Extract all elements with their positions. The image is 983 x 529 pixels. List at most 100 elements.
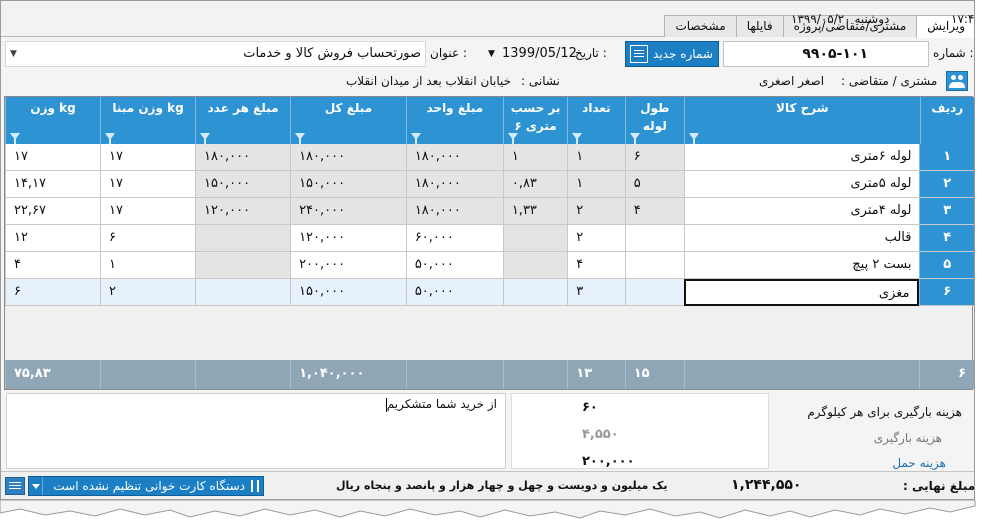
cell-description[interactable]: لوله ۴متری bbox=[684, 198, 920, 225]
cell-weight[interactable]: ۱۲ bbox=[4, 225, 100, 252]
notes-field[interactable]: از خرید شما متشکریم bbox=[6, 393, 506, 469]
column-header-description[interactable]: شرح کالا bbox=[684, 97, 920, 144]
column-header-base-weight[interactable]: وزن مبنا kg bbox=[100, 97, 196, 144]
title-field[interactable]: ▼ صورتحساب فروش کالا و خدمات bbox=[5, 41, 426, 67]
cell-weight[interactable]: ۱۷ bbox=[4, 144, 100, 171]
column-header-price-each[interactable]: مبلغ هر عدد bbox=[195, 97, 291, 144]
tab-files[interactable]: فایلها bbox=[735, 15, 784, 37]
cell-quantity[interactable]: ۲ bbox=[567, 225, 625, 252]
cell-weight[interactable]: ۴ bbox=[4, 252, 100, 279]
cell-price-each[interactable]: ۱۸۰,۰۰۰ bbox=[195, 144, 291, 171]
cell-base-weight[interactable]: ۱۷ bbox=[100, 198, 196, 225]
cell-pipe-length[interactable]: ۴ bbox=[624, 198, 685, 225]
cell-per-6m[interactable] bbox=[502, 252, 568, 279]
cell-total-price[interactable]: ۱۵۰,۰۰۰ bbox=[290, 279, 406, 306]
transport-value[interactable]: ۲۰۰,۰۰۰ bbox=[582, 454, 635, 469]
cell-total-price[interactable]: ۲۰۰,۰۰۰ bbox=[290, 252, 406, 279]
filter-icon[interactable] bbox=[10, 133, 21, 144]
cell-base-weight[interactable]: ۱ bbox=[100, 252, 196, 279]
chevron-down-icon: ▼ bbox=[10, 49, 17, 59]
new-number-button[interactable]: شماره جدید bbox=[625, 41, 719, 67]
cell-description[interactable]: مغزی bbox=[684, 279, 920, 306]
cell-unit-price[interactable]: ۱۸۰,۰۰۰ bbox=[405, 198, 503, 225]
cell-weight[interactable]: ۶ bbox=[5, 279, 101, 306]
cell-pipe-length[interactable] bbox=[624, 252, 685, 279]
column-header-weight[interactable]: وزن kg bbox=[5, 97, 101, 144]
cell-description[interactable]: لوله ۶متری bbox=[684, 144, 920, 171]
transport-link[interactable]: هزینه حمل bbox=[892, 456, 946, 470]
cell-per-6m[interactable]: ۱,۳۳ bbox=[502, 198, 568, 225]
filter-icon[interactable] bbox=[105, 133, 116, 144]
cell-unit-price[interactable]: ۶۰,۰۰۰ bbox=[405, 225, 503, 252]
cell-quantity[interactable]: ۱ bbox=[567, 171, 625, 198]
date-field-label: تاریخ : bbox=[575, 46, 607, 60]
cell-quantity[interactable]: ۲ bbox=[567, 198, 625, 225]
cell-price-each[interactable] bbox=[195, 279, 291, 306]
customer-value[interactable]: اصغر اصغری bbox=[759, 74, 824, 88]
column-header-per-6m[interactable]: بر حسب ۶ متری bbox=[502, 97, 568, 144]
cell-base-weight[interactable]: ۲ bbox=[100, 279, 196, 306]
column-header-quantity[interactable]: تعداد bbox=[567, 97, 625, 144]
cell-quantity[interactable]: ۴ bbox=[567, 252, 625, 279]
table-row[interactable]: ۲ لوله ۵متری ۵ ۱ ۰,۸۳ ۱۸۰,۰۰۰ ۱۵۰,۰۰۰ ۱۵۰,۰۰۰ ۱۷… bbox=[4, 171, 974, 198]
card-reader-selector[interactable]: دستگاه کارت خوانی تنظیم نشده است bbox=[28, 476, 264, 496]
column-header-pipe-length[interactable]: طول لوله bbox=[624, 97, 685, 144]
cell-row-index: ۳ bbox=[919, 198, 974, 225]
notes-text: از خرید شما متشکریم bbox=[386, 397, 497, 411]
filter-icon[interactable] bbox=[507, 133, 518, 144]
filter-icon[interactable] bbox=[689, 133, 700, 144]
table-row[interactable]: ۳ لوله ۴متری ۴ ۲ ۱,۳۳ ۱۸۰,۰۰۰ ۲۴۰,۰۰۰ ۱۲۰,۰۰۰ ۱۷… bbox=[4, 198, 974, 225]
filter-icon[interactable] bbox=[572, 133, 583, 144]
table-row[interactable]: ۱ لوله ۶متری ۶ ۱ ۱ ۱۸۰,۰۰۰ ۱۸۰,۰۰۰ ۱۸۰,۰۰۰ ۱۷ ۱۷ bbox=[4, 144, 974, 171]
cell-weight[interactable]: ۱۴,۱۷ bbox=[4, 171, 100, 198]
cell-unit-price[interactable]: ۱۸۰,۰۰۰ bbox=[405, 144, 503, 171]
cell-weight[interactable]: ۲۲,۶۷ bbox=[4, 198, 100, 225]
cell-unit-price[interactable]: ۵۰,۰۰۰ bbox=[405, 252, 503, 279]
cell-pipe-length[interactable]: ۶ bbox=[624, 144, 685, 171]
cell-unit-price[interactable]: ۵۰,۰۰۰ bbox=[405, 279, 503, 306]
customer-icon[interactable] bbox=[946, 71, 968, 91]
filter-icon[interactable] bbox=[410, 133, 421, 144]
tab-details[interactable]: مشخصات bbox=[664, 15, 737, 37]
cell-total-price[interactable]: ۱۲۰,۰۰۰ bbox=[290, 225, 406, 252]
cell-base-weight[interactable]: ۶ bbox=[100, 225, 196, 252]
column-header-total-price[interactable]: مبلغ کل bbox=[290, 97, 406, 144]
table-row[interactable]: ۴ قالب ۲ ۶۰,۰۰۰ ۱۲۰,۰۰۰ ۶ ۱۲ bbox=[4, 225, 974, 252]
filter-icon[interactable] bbox=[629, 133, 640, 144]
filter-icon[interactable] bbox=[295, 133, 306, 144]
cell-base-weight[interactable]: ۱۷ bbox=[100, 144, 196, 171]
cell-pipe-length[interactable] bbox=[624, 279, 685, 306]
column-header-label: شرح کالا bbox=[776, 101, 829, 115]
cell-total-price[interactable]: ۲۴۰,۰۰۰ bbox=[290, 198, 406, 225]
cell-per-6m[interactable] bbox=[502, 225, 568, 252]
table-row[interactable]: ۵ بست ۲ پیچ ۴ ۵۰,۰۰۰ ۲۰۰,۰۰۰ ۱ ۴ bbox=[4, 252, 974, 279]
cell-per-6m[interactable]: ۰,۸۳ bbox=[502, 171, 568, 198]
cell-per-6m[interactable] bbox=[502, 279, 568, 306]
date-field[interactable]: ▼ 1399/05/12 bbox=[485, 41, 577, 67]
cell-total-price[interactable]: ۱۵۰,۰۰۰ bbox=[290, 171, 406, 198]
filter-icon[interactable] bbox=[200, 133, 211, 144]
cell-total-price[interactable]: ۱۸۰,۰۰۰ bbox=[290, 144, 406, 171]
cell-quantity[interactable]: ۳ bbox=[567, 279, 625, 306]
table-row[interactable]: ۶ مغزی ۳ ۵۰,۰۰۰ ۱۵۰,۰۰۰ ۲ ۶ bbox=[5, 279, 974, 306]
cell-price-each[interactable]: ۱۵۰,۰۰۰ bbox=[195, 171, 291, 198]
list-icon[interactable] bbox=[5, 477, 25, 495]
cell-per-6m[interactable]: ۱ bbox=[502, 144, 568, 171]
cell-description[interactable]: لوله ۵متری bbox=[684, 171, 920, 198]
cell-price-each[interactable] bbox=[195, 225, 291, 252]
cell-pipe-length[interactable] bbox=[624, 225, 685, 252]
column-header-row-index[interactable]: ردیف bbox=[919, 97, 974, 144]
cell-price-each[interactable] bbox=[195, 252, 291, 279]
chevron-down-icon[interactable] bbox=[29, 477, 43, 495]
number-field[interactable]: ۹۹۰۵-۱۰۱ bbox=[723, 41, 929, 67]
cell-description[interactable]: قالب bbox=[684, 225, 920, 252]
column-header-unit-price[interactable]: مبلغ واحد bbox=[405, 97, 503, 144]
cell-base-weight[interactable]: ۱۷ bbox=[100, 171, 196, 198]
cell-price-each[interactable]: ۱۲۰,۰۰۰ bbox=[195, 198, 291, 225]
torn-edge-decoration bbox=[0, 500, 976, 519]
cell-unit-price[interactable]: ۱۸۰,۰۰۰ bbox=[405, 171, 503, 198]
cell-pipe-length[interactable]: ۵ bbox=[624, 171, 685, 198]
summary-unit-price bbox=[405, 360, 503, 389]
cell-description[interactable]: بست ۲ پیچ bbox=[684, 252, 920, 279]
cell-quantity[interactable]: ۱ bbox=[567, 144, 625, 171]
